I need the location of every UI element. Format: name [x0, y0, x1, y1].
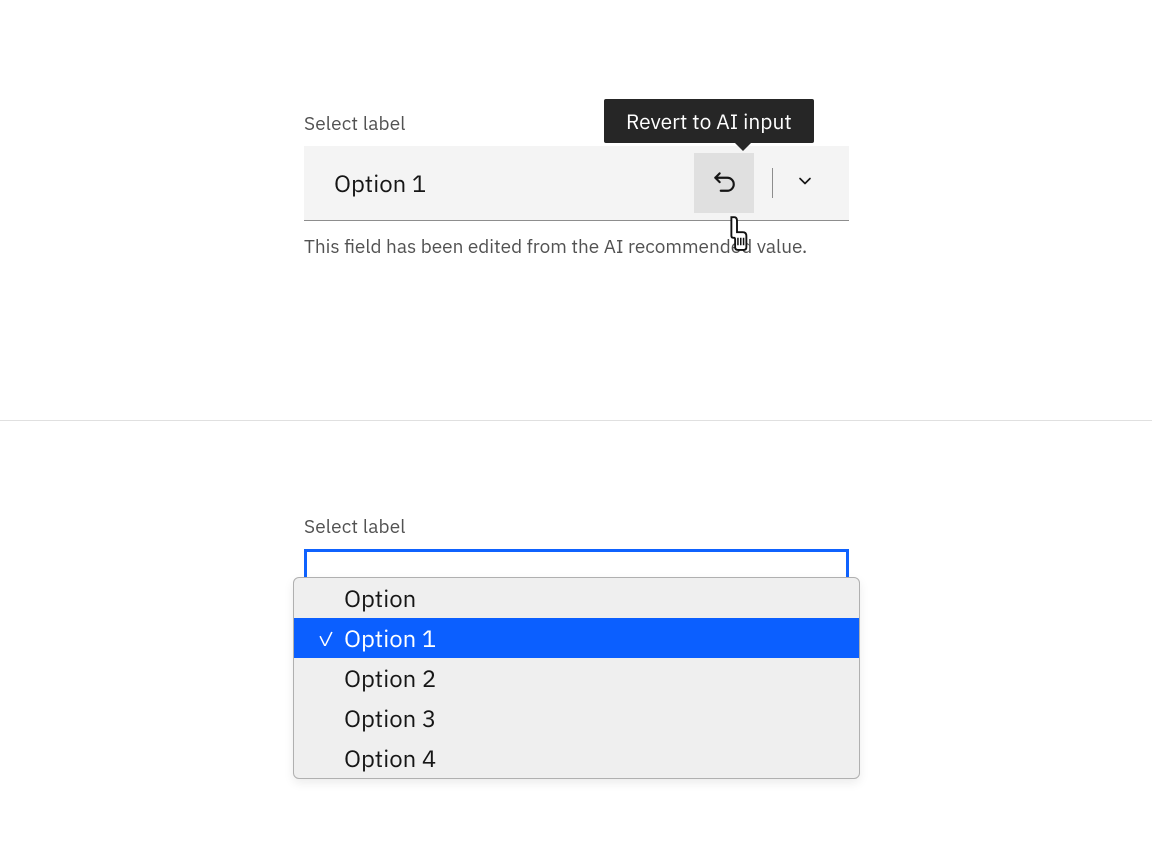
checkmark-icon: ✓	[314, 625, 338, 652]
divider	[772, 168, 773, 198]
select-field-open: Select label Option✓Option 1Option 2Opti…	[304, 515, 849, 624]
select-field-edited: Select label Revert to AI input Option 1	[304, 112, 849, 262]
chevron-down-icon	[795, 171, 815, 196]
revert-button[interactable]	[694, 153, 754, 213]
menu-item-label: Option 1	[344, 622, 436, 654]
menu-item[interactable]: Option	[294, 578, 859, 618]
select-actions	[694, 146, 849, 220]
menu-item-label: Option 2	[344, 662, 436, 694]
menu-item-label: Option 4	[344, 742, 436, 774]
menu-item[interactable]: ✓Option 1	[294, 618, 859, 658]
menu-item[interactable]: Option 2	[294, 658, 859, 698]
field-label: Select label	[304, 112, 849, 136]
menu-item[interactable]: Option 4	[294, 738, 859, 778]
select-value: Option 1	[304, 167, 694, 199]
field-label: Select label	[304, 515, 849, 539]
menu-item-label: Option	[344, 582, 416, 614]
undo-icon	[711, 168, 737, 199]
select-input-focused[interactable]: Option✓Option 1Option 2Option 3Option 4	[304, 549, 849, 624]
menu-item[interactable]: Option 3	[294, 698, 859, 738]
menu-item-label: Option 3	[344, 702, 436, 734]
dropdown-toggle[interactable]	[791, 169, 819, 197]
section-divider	[0, 420, 1152, 421]
dropdown-menu: Option✓Option 1Option 2Option 3Option 4	[293, 577, 860, 779]
helper-text: This field has been edited from the AI r…	[304, 233, 824, 262]
select-input[interactable]: Revert to AI input Option 1	[304, 146, 849, 221]
